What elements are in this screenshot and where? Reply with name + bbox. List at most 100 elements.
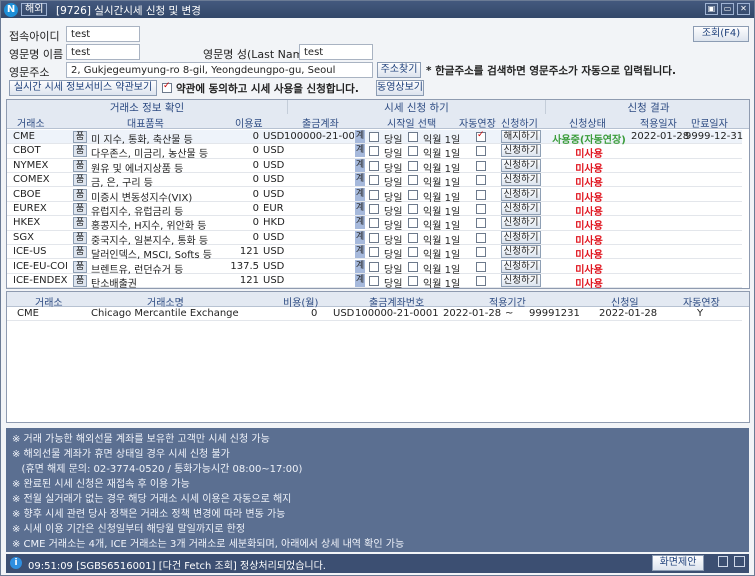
- table-row[interactable]: EUREX 품 유럽지수, 유럽금리 등 0 EUR 계 당일 익월 1일 신청하기 미사용: [7, 202, 742, 218]
- apply-date: 2022-01-28: [631, 131, 690, 142]
- id-field[interactable]: test: [66, 26, 140, 42]
- account-picker-icon[interactable]: 계: [355, 144, 365, 158]
- auto-renew-checkbox[interactable]: [476, 146, 486, 157]
- start-today-checkbox[interactable]: [369, 276, 379, 286]
- first-name-field[interactable]: test: [66, 44, 140, 60]
- history-row[interactable]: CME Chicago Mercantile Exchange 0 USD 10…: [7, 307, 742, 321]
- apply-button[interactable]: 신청하기: [501, 230, 541, 244]
- start-today-checkbox[interactable]: [369, 189, 379, 200]
- apply-button[interactable]: 신청하기: [501, 274, 541, 287]
- account-picker-icon[interactable]: 계: [355, 130, 365, 143]
- apply-button[interactable]: 신청하기: [501, 173, 541, 187]
- close-icon[interactable]: ✕: [737, 3, 750, 15]
- start-next-month-checkbox[interactable]: [408, 160, 418, 171]
- account-picker-icon[interactable]: 계: [355, 187, 365, 201]
- print-icon[interactable]: [734, 556, 745, 567]
- save-icon[interactable]: [718, 556, 728, 567]
- fee-currency: USD: [263, 188, 285, 200]
- product-button[interactable]: 품: [73, 174, 87, 187]
- restore-icon[interactable]: ▣: [705, 3, 718, 15]
- account-picker-icon[interactable]: 계: [355, 173, 365, 187]
- product-button[interactable]: 품: [73, 131, 87, 143]
- product-button[interactable]: 품: [73, 188, 87, 201]
- minimize-icon[interactable]: ▭: [721, 3, 734, 15]
- address-field[interactable]: 2, Gukjegeumyung-ro 8-gil, Yeongdeungpo-…: [66, 62, 373, 78]
- apply-button[interactable]: 신청하기: [501, 144, 541, 158]
- auto-renew-checkbox[interactable]: [476, 160, 486, 171]
- screen-suggest-button[interactable]: 화면제안: [652, 555, 704, 571]
- product-button[interactable]: 품: [73, 159, 87, 172]
- auto-renew-checkbox[interactable]: [476, 218, 486, 229]
- apply-button[interactable]: 신청하기: [501, 187, 541, 201]
- start-today-checkbox[interactable]: [369, 132, 379, 142]
- table-row[interactable]: CBOE 품 미증시 변동성지수(VIX) 0 USD 계 당일 익월 1일 신청하기 미사용: [7, 187, 742, 204]
- start-next-month-checkbox[interactable]: [408, 276, 418, 286]
- table-row[interactable]: HKEX 품 홍콩지수, H지수, 위안화 등 0 HKD 계 당일 익월 1일 신청하기 미사용: [7, 216, 742, 232]
- group-result: 신청 결과: [546, 100, 749, 114]
- start-today-checkbox[interactable]: [369, 218, 379, 229]
- terms-button[interactable]: 실시간 시세 정보서비스 약관보기: [9, 80, 157, 96]
- auto-renew-checkbox[interactable]: [476, 130, 486, 142]
- start-today-checkbox[interactable]: [369, 175, 379, 186]
- product-button[interactable]: 품: [73, 203, 87, 215]
- table-row[interactable]: ICE-US 품 달러인덱스, MSCI, Softs 등 121 USD 계 당일 익월 1…: [7, 245, 742, 261]
- start-today-checkbox[interactable]: [369, 232, 379, 243]
- start-today-checkbox[interactable]: [369, 160, 379, 171]
- account-picker-icon[interactable]: 계: [355, 245, 365, 259]
- table-row[interactable]: COMEX 품 금, 은, 구리 등 0 USD 계 당일 익월 1일 신청하기 미사용: [7, 173, 742, 189]
- start-today-checkbox[interactable]: [369, 261, 379, 272]
- start-next-month-checkbox[interactable]: [408, 175, 418, 186]
- apply-button[interactable]: 신청하기: [501, 259, 541, 273]
- auto-renew-checkbox[interactable]: [476, 189, 486, 200]
- auto-renew-checkbox[interactable]: [476, 232, 486, 243]
- address-search-button[interactable]: 주소찾기: [377, 62, 421, 78]
- account-picker-icon[interactable]: 계: [355, 202, 365, 215]
- product-button[interactable]: 품: [73, 246, 87, 259]
- account-picker-icon[interactable]: 계: [355, 230, 365, 244]
- table-row[interactable]: NYMEX 품 원유 및 에너지상품 등 0 USD 계 당일 익월 1일 신청하기 미사용: [7, 158, 742, 175]
- start-next-month-checkbox[interactable]: [408, 132, 418, 142]
- video-button[interactable]: 동영상보기: [376, 80, 424, 96]
- account-picker-icon[interactable]: 계: [355, 216, 365, 230]
- account-picker-icon[interactable]: 계: [355, 259, 365, 273]
- start-today-checkbox[interactable]: [369, 204, 379, 214]
- last-name-field[interactable]: test: [299, 44, 373, 60]
- auto-renew-checkbox[interactable]: [476, 175, 486, 186]
- start-today-checkbox[interactable]: [369, 146, 379, 157]
- fee-value: 0: [252, 203, 259, 214]
- start-next-month-checkbox[interactable]: [408, 218, 418, 229]
- start-next-month-checkbox[interactable]: [408, 247, 418, 258]
- exchange-rows: CME품미 지수, 통화, 축산물 등0USD100000-21-0001계당일…: [7, 130, 749, 288]
- account-number[interactable]: 100000-21-0001: [284, 131, 354, 142]
- start-next-month-checkbox[interactable]: [408, 146, 418, 157]
- auto-renew-checkbox[interactable]: [476, 204, 486, 214]
- auto-renew-checkbox[interactable]: [476, 247, 486, 258]
- start-next-month-checkbox[interactable]: [408, 261, 418, 272]
- apply-button[interactable]: 신청하기: [501, 245, 541, 259]
- apply-button[interactable]: 신청하기: [501, 158, 541, 172]
- account-picker-icon[interactable]: 계: [355, 158, 365, 172]
- apply-button[interactable]: 해지하기: [501, 130, 541, 143]
- product-button[interactable]: 품: [73, 275, 87, 287]
- start-next-month-checkbox[interactable]: [408, 232, 418, 243]
- note-line: ※ 향후 시세 관련 당사 정책은 거래소 정책 변경에 따라 변동 가능: [12, 509, 286, 520]
- account-picker-icon[interactable]: 계: [355, 274, 365, 287]
- product-button[interactable]: 품: [73, 231, 87, 244]
- product-button[interactable]: 품: [73, 217, 87, 230]
- apply-button[interactable]: 신청하기: [501, 216, 541, 230]
- start-today-checkbox[interactable]: [369, 247, 379, 258]
- product-button[interactable]: 품: [73, 260, 87, 273]
- table-row[interactable]: SGX 품 중국지수, 일본지수, 통화 등 0 USD 계 당일 익월 1일 신청하기 미사용: [7, 230, 742, 247]
- auto-renew-checkbox[interactable]: [476, 276, 486, 286]
- query-button[interactable]: 조회(F4): [693, 26, 749, 42]
- product-button[interactable]: 품: [73, 145, 87, 158]
- auto-renew-checkbox[interactable]: [476, 261, 486, 272]
- table-row[interactable]: ICE-EU-COM품브렌트유, 런던슈거 등137.5USD계당일익월 1일신…: [7, 259, 742, 276]
- start-next-month-checkbox[interactable]: [408, 189, 418, 200]
- table-row[interactable]: ICE-ENDEX 품 탄소배출권 121 USD 계 당일 익월 1일 신청하기 미사용: [7, 274, 742, 288]
- start-next-month-checkbox[interactable]: [408, 204, 418, 214]
- apply-button[interactable]: 신청하기: [501, 202, 541, 215]
- table-row[interactable]: CME품미 지수, 통화, 축산물 등0USD100000-21-0001계당일…: [7, 130, 743, 146]
- agree-checkbox[interactable]: [162, 81, 172, 93]
- table-row[interactable]: CBOT 품 다우존스, 미금리, 농산물 등 0 USD 계 당일 익월 1일 신청하기 미사용: [7, 144, 742, 160]
